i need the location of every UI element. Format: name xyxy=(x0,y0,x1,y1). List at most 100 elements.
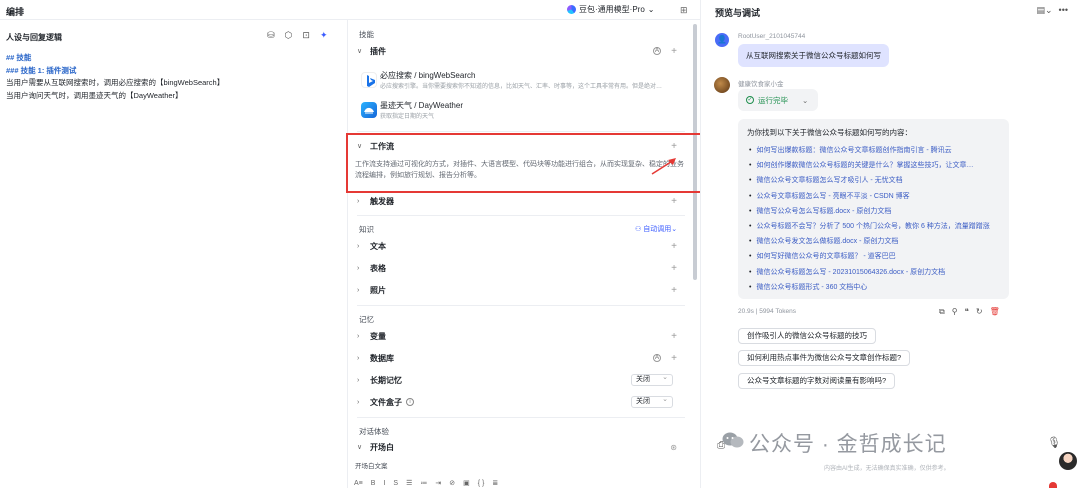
more-icon[interactable]: ••• xyxy=(1059,5,1068,16)
result-link[interactable]: 微信写公众号怎么写标题.docx - 原创力文档 xyxy=(747,204,1000,219)
align-button[interactable]: ≣ xyxy=(492,479,498,487)
strike-button[interactable]: S xyxy=(393,480,398,487)
database-row[interactable]: › 数据库 A + xyxy=(357,349,685,367)
plugin-item[interactable]: 墨迹天气 / DayWeather 获取指定日期的天气 xyxy=(361,100,691,130)
delete-icon[interactable]: 🗑 xyxy=(990,307,1000,317)
quote-icon[interactable]: ❝ xyxy=(965,307,969,317)
plugin-item[interactable]: 必应搜索 / bingWebSearch 必应搜索引擎。当你需要搜索你不知道的信… xyxy=(361,70,691,100)
knowledge-item-label: 文本 xyxy=(370,241,386,251)
italic-button[interactable]: I xyxy=(383,480,385,487)
optimize-icon[interactable]: ✦ xyxy=(320,30,328,41)
prompt-editor[interactable]: ## 技能 ### 技能 1: 插件测试 当用户需要从互联网搜索时，调用必应搜索… xyxy=(6,52,346,102)
skills-section-label: 技能 xyxy=(359,30,374,39)
page-title: 编排 xyxy=(6,7,25,17)
suggestion-chip[interactable]: 创作吸引人的微信公众号标题的技巧 xyxy=(738,328,876,344)
add-photo-button[interactable]: + xyxy=(671,285,677,296)
result-link[interactable]: 微信公众号标题怎么写 - 20231015064326.docx - 原创力文档 xyxy=(747,265,1000,280)
layout-icon[interactable]: ⊞ xyxy=(680,5,688,16)
knowledge-photo-row[interactable]: › 照片 + xyxy=(357,281,685,299)
rich-text-toolbar: A≡ B I S ☰ ≔ ⇥ ⊘ ▣ { } ≣ xyxy=(354,476,686,488)
suggestion-chip[interactable]: 如何利用热点事件为微信公众号文章创作标题? xyxy=(738,350,911,366)
response-stats: 20.9s | 5994 Tokens xyxy=(738,308,796,315)
chevron-right-icon: › xyxy=(357,197,360,205)
result-link[interactable]: 公众号文章标题怎么写 - 亮眼不平淡 - CSDN 博客 xyxy=(747,189,1000,204)
user-message: 从互联网搜索关于微信公众号标题如何写 xyxy=(738,44,889,67)
result-link[interactable]: 微信公众号文章标题怎么写才吸引人 - 无忧文档 xyxy=(747,173,1000,188)
add-trigger-button[interactable]: + xyxy=(671,196,677,207)
code-button[interactable]: { } xyxy=(478,480,485,487)
plugin-desc: 必应搜索引擎。当你需要搜索你不知道的信息，比如天气、汇率、时事等，这个工具非常有… xyxy=(380,84,663,90)
prompt-toolbar: ⛁ ⬡ ⊡ ✦ xyxy=(267,30,328,41)
add-text-button[interactable]: + xyxy=(671,241,677,252)
chevron-down-icon: ⌄ xyxy=(671,226,678,233)
info-icon[interactable]: i xyxy=(406,398,414,406)
result-link[interactable]: 公众号标题不会写？分析了 500 个热门公众号，教你 6 种方法，流量蹭蹭涨 xyxy=(747,219,1000,234)
trigger-row[interactable]: › 触发器 + xyxy=(357,192,685,210)
result-link[interactable]: 微信公众号标题形式 - 360 文档中心 xyxy=(747,280,1000,295)
link-button[interactable]: ⊘ xyxy=(449,479,455,487)
suggestion-chip[interactable]: 公众号文章标题的字数对阅读量有影响吗? xyxy=(738,373,896,389)
template-icon[interactable]: ⛁ xyxy=(267,30,275,41)
divider xyxy=(357,131,685,132)
plugin-desc: 获取指定日期的天气 xyxy=(380,114,435,120)
refresh-icon[interactable]: ↻ xyxy=(976,307,983,317)
result-link[interactable]: 如何创作爆款微信公众号标题的关键是什么？掌握这些技巧，让文章… xyxy=(747,158,1000,173)
chevron-right-icon: › xyxy=(357,376,360,384)
chevron-right-icon: › xyxy=(357,286,360,294)
copy-icon[interactable]: ⧉ xyxy=(939,307,945,317)
add-table-button[interactable]: + xyxy=(671,263,677,274)
long-term-memory-select[interactable]: 关闭 xyxy=(631,373,673,386)
run-status-box[interactable]: ✓ 运行完毕 ⌄ xyxy=(738,89,818,111)
bullet-list-button[interactable]: ≔ xyxy=(420,479,427,487)
bold-button[interactable]: B xyxy=(371,480,376,487)
chevron-right-icon: › xyxy=(357,332,360,340)
knowledge-item-label: 表格 xyxy=(370,263,386,273)
memory-section-label: 记忆 xyxy=(359,315,374,324)
image-button[interactable]: ▣ xyxy=(463,479,470,487)
watermark-text: 公众号 · 金哲成长记 xyxy=(749,433,947,456)
history-icon[interactable]: ▤⌄ xyxy=(1037,5,1053,16)
notification-badge xyxy=(1049,482,1057,488)
plugins-row[interactable]: ∨ 插件 A + xyxy=(357,42,685,60)
debug-icon[interactable]: ⚲ xyxy=(952,307,958,317)
prompt-heading: 人设与回复逻辑 xyxy=(6,33,62,42)
answer-intro: 为你找到以下关于微信公众号标题如何写的内容： xyxy=(747,128,912,137)
result-link[interactable]: 如何写好微信公众号的文章标题？ - 道客巴巴 xyxy=(747,249,1000,264)
microphone-icon[interactable]: 🎙 xyxy=(1047,436,1061,449)
top-bar: 编排 豆包·通用模型·Pro ⌄ ⊞ xyxy=(0,0,700,20)
add-plugin-button[interactable]: + xyxy=(671,46,677,57)
answer-bubble: 为你找到以下关于微信公众号标题如何写的内容： 如何写出爆款标题：微信公众号文章标… xyxy=(738,119,1009,299)
add-database-button[interactable]: + xyxy=(671,353,677,364)
dialog-section-label: 对话体验 xyxy=(359,427,389,436)
settings-icon[interactable]: ⊛ xyxy=(670,443,677,452)
expand-icon[interactable]: ⊡ xyxy=(302,30,310,41)
divider xyxy=(357,305,685,306)
wechat-icon xyxy=(722,432,744,448)
result-list: 如何写出爆款标题：微信公众号文章标题创作指南引言 - 腾讯云 如何创作爆款微信公… xyxy=(747,143,1000,295)
variables-label: 变量 xyxy=(370,331,386,341)
tag-icon[interactable]: ⬡ xyxy=(285,30,293,41)
result-link[interactable]: 微信公众号发文怎么做标题.docx - 原创力文档 xyxy=(747,234,1000,249)
message-actions: ⧉ ⚲ ❝ ↻ 🗑 xyxy=(939,307,1000,317)
ordered-list-button[interactable]: ☰ xyxy=(406,479,412,487)
indent-button[interactable]: ⇥ xyxy=(435,479,441,487)
chevron-down-icon: ⌄ xyxy=(802,95,809,105)
chevron-right-icon: › xyxy=(357,264,360,272)
add-variable-button[interactable]: + xyxy=(671,331,677,342)
model-selector[interactable]: 豆包·通用模型·Pro ⌄ xyxy=(567,4,654,15)
auto-icon[interactable]: A xyxy=(653,354,661,362)
long-term-memory-row[interactable]: › 长期记忆 关闭 xyxy=(357,371,685,389)
file-box-select[interactable]: 关闭 xyxy=(631,395,673,408)
knowledge-text-row[interactable]: › 文本 + xyxy=(357,237,685,255)
opening-row[interactable]: ∨ 开场白 ⊛ xyxy=(357,438,685,456)
chevron-right-icon: › xyxy=(357,354,360,362)
variables-row[interactable]: › 变量 + xyxy=(357,327,685,345)
result-link[interactable]: 如何写出爆款标题：微信公众号文章标题创作指南引言 - 腾讯云 xyxy=(747,143,1000,158)
file-box-row[interactable]: › 文件盒子 i 关闭 xyxy=(357,393,685,411)
opening-label: 开场白 xyxy=(370,442,394,452)
bot-avatar xyxy=(714,77,730,93)
font-size-button[interactable]: A≡ xyxy=(354,480,363,487)
auto-icon[interactable]: A xyxy=(653,47,661,55)
auto-call-selector[interactable]: ⚇ 自动调用⌄ xyxy=(635,224,677,234)
knowledge-table-row[interactable]: › 表格 + xyxy=(357,259,685,277)
